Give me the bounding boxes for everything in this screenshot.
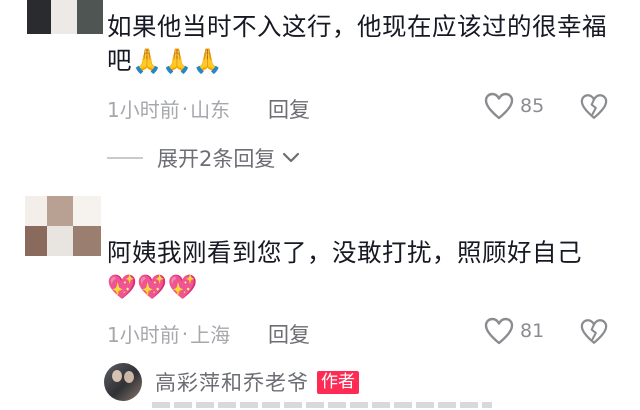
chevron-down-icon [283,152,300,163]
comment-emojis: 🙏🙏🙏 [132,47,224,75]
comment-location: 上海 [190,323,231,347]
author-avatar[interactable] [104,363,142,401]
comment-location: 山东 [190,98,231,122]
like-count: 81 [520,320,545,342]
reply-button[interactable]: 回复 [268,94,310,124]
comment-text: 如果他当时不入这行，他现在应该过的很幸福吧🙏🙏🙏 [107,10,627,78]
meta-separator: · [181,321,189,346]
author-badge: 作者 [317,370,359,394]
comment-text: 阿姨我刚看到您了，没敢打扰，照顾好自己 💖💖💖 [107,236,627,304]
heart-outline-icon [484,92,514,120]
expand-replies-button[interactable]: 展开2条回复 [107,143,301,173]
author-name[interactable]: 高彩萍和乔老爷 [155,367,309,397]
like-button[interactable]: 81 [484,317,544,345]
author-reply-header: 高彩萍和乔老爷 作者 [104,363,359,401]
broken-heart-icon [580,319,608,344]
expand-replies-label: 展开2条回复 [157,147,276,171]
like-count: 85 [520,95,545,117]
comment-time: 1小时前 [107,323,180,347]
meta-separator: · [181,96,189,121]
like-button[interactable]: 85 [484,92,544,120]
heart-outline-icon [484,317,514,345]
next-comment-text-fragment [152,402,492,408]
comment-body: 阿姨我刚看到您了，没敢打扰，照顾好自己 [107,238,582,267]
comment-time: 1小时前 [107,98,180,122]
commenter-avatar[interactable] [27,0,103,34]
comment-meta: 1小时前 · 上海 [107,319,230,348]
broken-heart-icon [580,94,608,119]
dislike-button[interactable] [580,93,608,124]
comment-emojis: 💖💖💖 [107,273,199,301]
reply-button[interactable]: 回复 [268,319,310,349]
dislike-button[interactable] [580,318,608,349]
commenter-avatar[interactable] [25,196,101,256]
comment-meta: 1小时前 · 山东 [107,94,230,123]
divider-line [107,157,143,159]
